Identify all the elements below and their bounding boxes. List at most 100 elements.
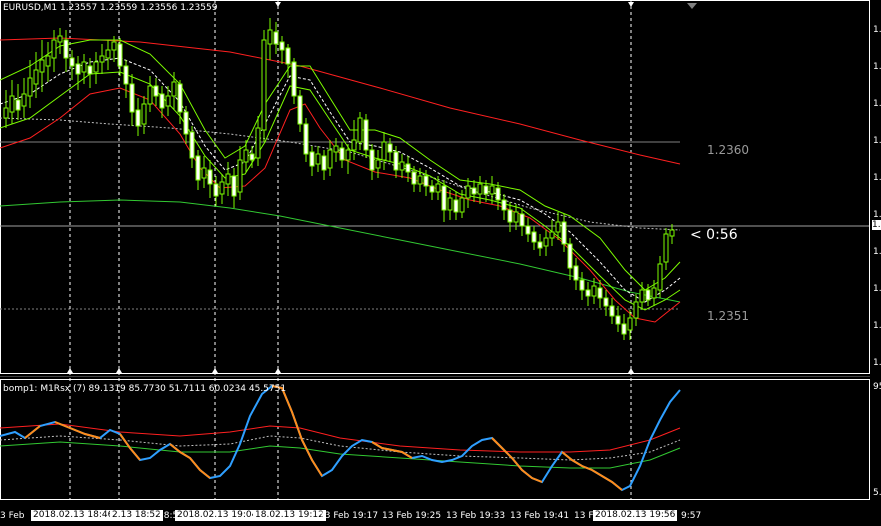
bear-candle xyxy=(153,85,159,97)
level-label-lower: 1.2351 xyxy=(707,309,749,323)
bear-candle xyxy=(129,83,135,113)
bear-candle xyxy=(291,61,297,97)
time-label: 13 Feb 19:41 xyxy=(510,511,570,521)
chart-shift-marker[interactable] xyxy=(687,3,697,9)
marker-triangle xyxy=(116,368,122,373)
bull-candle xyxy=(459,197,465,213)
time-label: 13 Feb 19:17 xyxy=(319,511,379,521)
bear-candle xyxy=(501,199,507,211)
bear-candle xyxy=(87,65,93,75)
bear-candle xyxy=(189,131,195,159)
candle-countdown: < 0:56 xyxy=(690,227,738,243)
bull-candle xyxy=(375,159,381,169)
indicator-axis-top: 95 xyxy=(873,382,881,392)
price-axis-label: 1. xyxy=(873,321,881,331)
time-label-left-partial: 3 Feb xyxy=(0,511,25,521)
bull-candle xyxy=(99,55,105,63)
bull-candle xyxy=(657,263,663,291)
bull-candle xyxy=(45,55,51,67)
bull-candle xyxy=(489,185,495,195)
bear-candle xyxy=(321,155,327,171)
bull-candle xyxy=(477,183,483,195)
bear-candle xyxy=(525,225,531,235)
bull-candle xyxy=(93,61,99,73)
bear-candle xyxy=(423,175,429,187)
ma-white-dashed xyxy=(0,57,681,303)
bear-candle xyxy=(213,183,219,197)
price-axis-label: 1. xyxy=(873,62,881,72)
bear-candle xyxy=(285,47,291,65)
bear-candle xyxy=(231,175,237,197)
bear-candle xyxy=(279,41,285,51)
bull-candle xyxy=(381,141,387,161)
chart-canvas[interactable] xyxy=(0,0,881,526)
time-label-right-partial: 9:57 xyxy=(681,511,702,521)
bear-candle xyxy=(177,83,183,113)
bull-candle xyxy=(435,183,441,193)
bear-candle xyxy=(393,151,399,171)
bear-candle xyxy=(579,279,585,291)
bull-candle xyxy=(39,59,45,73)
bull-candle xyxy=(333,145,339,153)
marker-triangle xyxy=(628,2,634,7)
indicator-panel[interactable] xyxy=(0,379,870,500)
ma-green-slow xyxy=(0,199,681,303)
rsx-falling-segment xyxy=(119,433,141,461)
bull-candle xyxy=(165,95,171,107)
rsx-falling-segment xyxy=(491,437,543,483)
price-axis-label: 1. xyxy=(873,173,881,183)
marker-triangle xyxy=(275,368,281,373)
bull-candle xyxy=(465,185,471,199)
bull-candle xyxy=(513,211,519,223)
bull-candle xyxy=(267,29,273,45)
bear-candle xyxy=(573,265,579,281)
bull-candle xyxy=(51,39,57,59)
current-price-tag: 1. xyxy=(872,220,881,230)
price-axis-label: 1. xyxy=(873,99,881,109)
rsx-falling-segment xyxy=(169,443,211,479)
bear-candle xyxy=(75,63,81,75)
bull-candle xyxy=(219,181,225,195)
price-axis-label: 1. xyxy=(873,210,881,220)
bull-candle xyxy=(111,41,117,51)
bull-candle xyxy=(663,233,669,263)
bear-candle xyxy=(249,153,255,161)
marker-triangle xyxy=(67,368,73,373)
bull-candle xyxy=(201,167,207,179)
bull-candle xyxy=(33,69,39,85)
bear-candle xyxy=(615,315,621,325)
bull-candle xyxy=(3,107,9,119)
bear-candle xyxy=(405,163,411,173)
bear-candle xyxy=(369,149,375,171)
rsx-falling-segment xyxy=(561,451,623,491)
time-label: 13 Feb 19:25 xyxy=(382,511,442,521)
bear-candle xyxy=(453,199,459,213)
bear-candle xyxy=(609,305,615,317)
bear-candle xyxy=(123,65,129,85)
bear-candle xyxy=(585,289,591,297)
bear-candle xyxy=(531,231,537,243)
bull-candle xyxy=(351,139,357,151)
bull-candle xyxy=(21,93,27,107)
bear-candle xyxy=(135,109,141,127)
bull-candle xyxy=(327,149,333,169)
bear-candle xyxy=(63,39,69,59)
bear-candle xyxy=(483,185,489,195)
bear-candle xyxy=(309,151,315,167)
marker-triangle xyxy=(628,368,634,373)
marker-triangle xyxy=(212,368,218,373)
bear-candle xyxy=(117,43,123,67)
crosshair-time-label: 2018.02.13 18:46 xyxy=(31,510,116,521)
bull-candle xyxy=(171,81,177,97)
bull-candle xyxy=(57,35,63,43)
bull-candle xyxy=(315,153,321,165)
bull-candle xyxy=(243,149,249,163)
bull-candle xyxy=(591,285,597,297)
bear-candle xyxy=(195,155,201,181)
bull-candle xyxy=(447,197,453,211)
time-label: 13 F xyxy=(574,511,594,521)
bull-candle xyxy=(81,61,87,73)
bear-candle xyxy=(411,171,417,185)
bear-candle xyxy=(567,243,573,269)
indicator-header: bomp1: M1Rsx (7) 89.1319 85.7730 51.7111… xyxy=(3,384,287,394)
